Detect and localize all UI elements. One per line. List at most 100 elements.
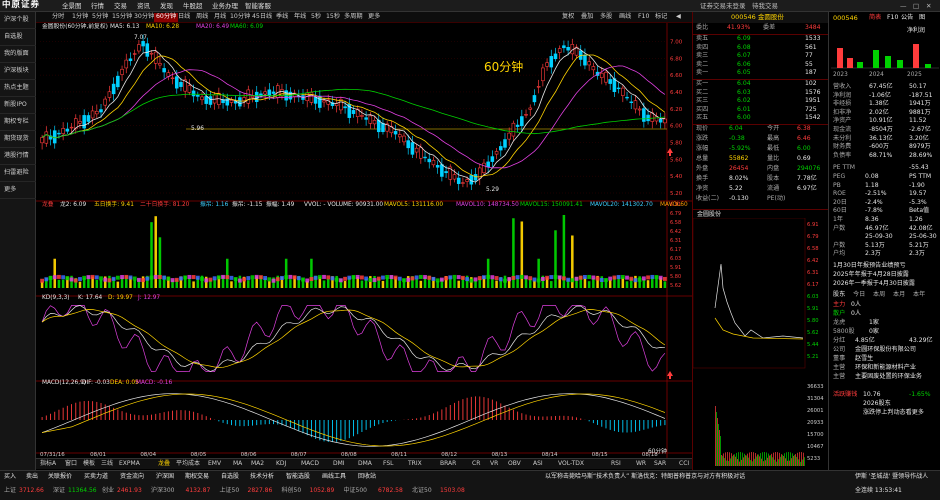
indicator-tab[interactable]: 平均成本 bbox=[176, 461, 200, 467]
sidebar-item-more[interactable]: 更多 bbox=[0, 182, 36, 199]
indicator-tab[interactable]: TRIX bbox=[408, 461, 422, 467]
close-button[interactable]: ✕ bbox=[926, 2, 931, 10]
indicator-tab[interactable]: EXPMA bbox=[119, 461, 140, 467]
sidebar-item-options[interactable]: 期权专栏 bbox=[0, 114, 36, 131]
bottom-row[interactable]: 涨跌停上判动态看更多 bbox=[829, 409, 940, 419]
period-intraday[interactable]: 分时 bbox=[52, 13, 64, 20]
intraday-mini-chart[interactable]: 6.91 6.79 6.58 6.42 6.31 6.17 6.03 5.91 5.80 5.62… bbox=[693, 218, 829, 470]
sidebar-item-sectors[interactable]: 沪深板块 bbox=[0, 63, 36, 80]
indicator-tab[interactable]: KDJ bbox=[276, 461, 286, 467]
indicator-tab[interactable]: OBV bbox=[508, 461, 521, 467]
sidebar-item-futures[interactable]: 期货现货 bbox=[0, 131, 36, 148]
indicator-tab[interactable]: VR bbox=[490, 461, 498, 467]
fin-tab-chart[interactable]: 图 bbox=[919, 14, 925, 21]
ticker-shortcut-8[interactable]: 技术分析 bbox=[250, 474, 274, 480]
indicator-tab[interactable]: 窗口 bbox=[65, 461, 77, 467]
sidebar-item-hk[interactable]: 港股行情 bbox=[0, 148, 36, 165]
menu-stock-picker[interactable]: 牛股超 bbox=[183, 2, 203, 10]
indicator-tab[interactable]: 龙叠 bbox=[158, 461, 170, 467]
draw-line-button[interactable]: 画线 bbox=[619, 13, 631, 20]
indicator-tab[interactable]: RSI bbox=[611, 461, 621, 467]
period-month[interactable]: 月线 bbox=[214, 13, 226, 20]
period-1min[interactable]: 1分钟 bbox=[72, 13, 88, 20]
sidebar-item-hot-topics[interactable]: 热点主题 bbox=[0, 80, 36, 97]
period-15min[interactable]: 15分钟 bbox=[112, 13, 132, 20]
period-day[interactable]: 日线 bbox=[178, 13, 190, 20]
ticker-shortcut-3[interactable]: 买卖力道 bbox=[84, 474, 108, 480]
indicator-tab[interactable]: ASI bbox=[533, 461, 543, 467]
sidebar-item-stocks[interactable]: 沪深个股 bbox=[0, 12, 36, 29]
minimize-button[interactable]: — bbox=[900, 2, 907, 10]
menu-panorama[interactable]: 全景图 bbox=[62, 2, 82, 10]
indicator-tab[interactable]: FSL bbox=[383, 461, 394, 467]
period-year[interactable]: 年线 bbox=[294, 13, 306, 20]
period-5sec[interactable]: 5秒 bbox=[311, 13, 321, 20]
period-quarter[interactable]: 季线 bbox=[276, 13, 288, 20]
ticker-shortcut-7[interactable]: 自选股 bbox=[221, 474, 239, 480]
pending-trade-link[interactable]: 待我交易 bbox=[752, 2, 778, 10]
menu-discover[interactable]: 发现 bbox=[160, 2, 173, 10]
kline-chart-area[interactable]: 7.00 6.80 6.60 6.40 6.20 6.00 5.80 5.60 5.40 5.20… bbox=[36, 23, 692, 458]
indicator-tab[interactable]: EMV bbox=[208, 461, 221, 467]
menu-business[interactable]: 业务办理 bbox=[212, 2, 238, 10]
period-60min[interactable]: 60分钟 bbox=[154, 13, 179, 22]
indicator-tab[interactable]: MA bbox=[233, 461, 242, 467]
ticker-shortcut-1[interactable]: 卖出 bbox=[26, 474, 38, 480]
indicator-tab[interactable]: 模板 bbox=[83, 461, 95, 467]
sidebar-item-risk[interactable]: 扫雷避险 bbox=[0, 165, 36, 182]
indicator-tab[interactable]: VOL-TDX bbox=[558, 461, 584, 467]
period-30min[interactable]: 30分钟 bbox=[134, 13, 154, 20]
indicator-tab[interactable]: MACD bbox=[301, 461, 319, 467]
flow-tab-0[interactable]: 股东 bbox=[833, 291, 845, 298]
mark-button[interactable]: 标记 bbox=[655, 13, 667, 20]
sidebar-item-ipo[interactable]: 新股IPO bbox=[0, 97, 36, 114]
ticker-shortcut-5[interactable]: 沪深国 bbox=[156, 474, 174, 480]
ticker-shortcut-4[interactable]: 资金流向 bbox=[120, 474, 144, 480]
indicator-tab[interactable]: CR bbox=[472, 461, 480, 467]
ticker-shortcut-6[interactable]: 期权交易 bbox=[185, 474, 209, 480]
kline-chart-svg[interactable]: 7.00 6.80 6.60 6.40 6.20 6.00 5.80 5.60 5.40 5.20… bbox=[36, 23, 692, 458]
indicator-tab[interactable]: BRAR bbox=[440, 461, 456, 467]
period-10min[interactable]: 10分钟 bbox=[230, 13, 250, 20]
ticker-shortcut-9[interactable]: 智能选股 bbox=[286, 474, 310, 480]
sell-row[interactable]: 卖一 6.05 187 bbox=[693, 70, 829, 78]
f10-button[interactable]: F10 bbox=[638, 13, 649, 20]
flow-tab-1[interactable]: 今日 bbox=[853, 291, 865, 298]
indicator-tab[interactable]: 指标A bbox=[40, 461, 56, 467]
fin-tab-notice[interactable]: 公告 bbox=[901, 14, 913, 21]
period-more[interactable]: 更多 bbox=[368, 13, 380, 20]
indicator-tab[interactable]: WR bbox=[636, 461, 646, 467]
overlay-button[interactable]: 叠加 bbox=[581, 13, 593, 20]
ticker-shortcut-0[interactable]: 买入 bbox=[4, 474, 16, 480]
announcement-note[interactable]: 2026年一季报于4月30日披露 bbox=[829, 280, 940, 290]
collapse-icon[interactable]: ◀ bbox=[676, 13, 681, 20]
indicator-tab[interactable]: CCI bbox=[679, 461, 689, 467]
menu-support[interactable]: 智能客服 bbox=[245, 2, 271, 10]
indicator-tab[interactable]: DMI bbox=[333, 461, 345, 467]
sidebar-item-my-layout[interactable]: 我的版面 bbox=[0, 46, 36, 63]
maximize-button[interactable]: □ bbox=[913, 2, 919, 10]
menu-trade[interactable]: 交易 bbox=[114, 2, 127, 10]
flow-tab-2[interactable]: 本周 bbox=[873, 291, 885, 298]
period-multi[interactable]: 多周期 bbox=[344, 13, 363, 20]
sidebar-item-watchlist[interactable]: 自选股 bbox=[0, 29, 36, 46]
buy-row[interactable]: 买五 6.00 1542 bbox=[693, 115, 829, 123]
menu-news[interactable]: 资讯 bbox=[137, 2, 150, 10]
news-ticker[interactable]: 以军称击毙哈马斯“技术负责人” 斯洛伐克：特朗普称普京与对方有积极对话 bbox=[545, 474, 745, 480]
indicator-tab[interactable]: MA2 bbox=[251, 461, 264, 467]
period-15sec[interactable]: 15秒 bbox=[326, 13, 340, 20]
flow-tab-4[interactable]: 本年 bbox=[913, 291, 925, 298]
adjust-button[interactable]: 复权 bbox=[562, 13, 574, 20]
indicator-tab[interactable]: DMA bbox=[358, 461, 372, 467]
period-5min[interactable]: 5分钟 bbox=[92, 13, 108, 20]
trade-login-status[interactable]: 证券交易未登录 bbox=[700, 2, 746, 10]
flow-tab-3[interactable]: 本月 bbox=[893, 291, 905, 298]
fin-tab-f10[interactable]: F10 bbox=[887, 14, 898, 21]
indicator-tab[interactable]: SAR bbox=[654, 461, 666, 467]
period-week[interactable]: 周线 bbox=[196, 13, 208, 20]
menu-market[interactable]: 行情 bbox=[91, 2, 104, 10]
indicator-tab[interactable]: 三线 bbox=[101, 461, 113, 467]
fin-tab-summary[interactable]: 简表 bbox=[869, 14, 881, 21]
multi-stock-button[interactable]: 多股 bbox=[600, 13, 612, 20]
ticker-shortcut-11[interactable]: 回收站 bbox=[358, 474, 376, 480]
